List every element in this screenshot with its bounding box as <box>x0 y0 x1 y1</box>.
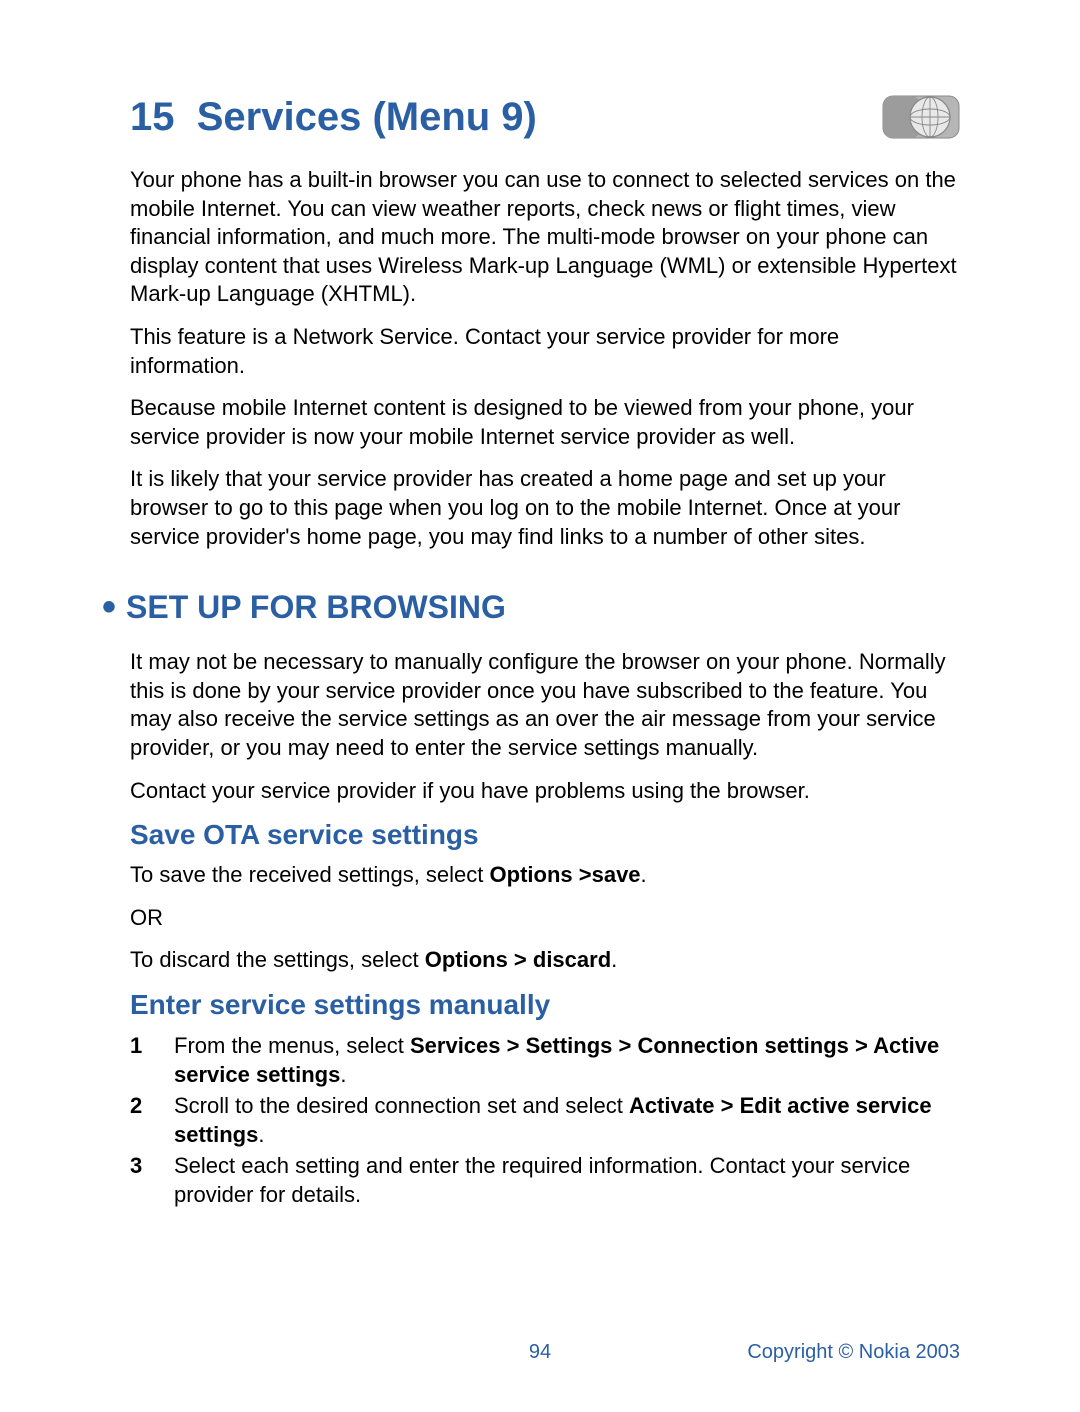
ota-line3-bold: Options > discard <box>425 947 611 972</box>
intro-p3: Because mobile Internet content is desig… <box>130 394 960 451</box>
step1-pre: From the menus, select <box>174 1033 410 1058</box>
document-page: 15 Services (Menu 9) Your phone has a bu… <box>0 0 1080 1412</box>
step3: Select each setting and enter the requir… <box>174 1153 910 1207</box>
subheading-ota: Save OTA service settings <box>130 819 960 851</box>
step2-post: . <box>258 1122 264 1147</box>
subheading-manual: Enter service settings manually <box>130 989 960 1021</box>
step1-post: . <box>340 1062 346 1087</box>
page-footer: 94 Copyright © Nokia 2003 <box>0 1341 1080 1364</box>
chapter-title: 15 Services (Menu 9) <box>130 95 537 140</box>
copyright-text: Copyright © Nokia 2003 <box>747 1341 960 1364</box>
intro-p1: Your phone has a built-in browser you ca… <box>130 166 960 309</box>
section1-p2: Contact your service provider if you hav… <box>130 777 960 806</box>
list-item: Select each setting and enter the requir… <box>130 1151 960 1209</box>
chapter-number: 15 <box>130 95 175 139</box>
services-globe-icon <box>882 90 960 144</box>
ota-line1-pre: To save the received settings, select <box>130 862 490 887</box>
chapter-header: 15 Services (Menu 9) <box>130 90 960 144</box>
page-number: 94 <box>529 1341 551 1364</box>
step2-pre: Scroll to the desired connection set and… <box>174 1093 629 1118</box>
section1-p1: It may not be necessary to manually conf… <box>130 648 960 762</box>
intro-p2: This feature is a Network Service. Conta… <box>130 323 960 380</box>
ota-line1-bold: Options >save <box>490 862 641 887</box>
section-heading-setup: SET UP FOR BROWSING <box>130 585 960 630</box>
ota-line3: To discard the settings, select Options … <box>130 946 960 975</box>
list-item: From the menus, select Services > Settin… <box>130 1031 960 1089</box>
ota-or: OR <box>130 904 960 933</box>
manual-steps-list: From the menus, select Services > Settin… <box>130 1031 960 1209</box>
ota-line3-pre: To discard the settings, select <box>130 947 425 972</box>
chapter-name: Services (Menu 9) <box>197 95 537 139</box>
ota-line1: To save the received settings, select Op… <box>130 861 960 890</box>
ota-line3-post: . <box>611 947 617 972</box>
intro-p4: It is likely that your service provider … <box>130 465 960 551</box>
ota-line1-post: . <box>641 862 647 887</box>
list-item: Scroll to the desired connection set and… <box>130 1091 960 1149</box>
